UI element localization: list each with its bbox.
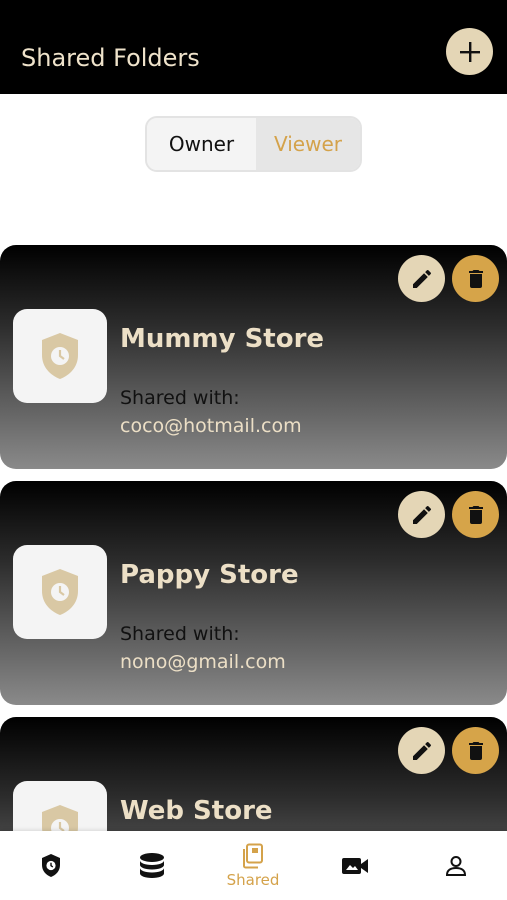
trash-icon [468,505,483,524]
video-camera-icon [342,857,368,874]
folder-thumbnail [13,545,107,639]
edit-button[interactable] [398,727,445,774]
nav-item-storage[interactable] [112,831,192,900]
shared-email: nono@gmail.com [120,651,286,673]
shared-with-label: Shared with: [120,387,240,409]
shared-email: coco@hotmail.com [120,415,302,437]
tab-viewer[interactable]: Viewer [256,118,360,170]
plus-icon [459,41,480,62]
folder-name: Mummy Store [120,324,325,354]
edit-button[interactable] [398,255,445,302]
folder-thumbnail [13,309,107,403]
trash-icon [468,269,483,288]
nav-item-videos[interactable] [315,831,395,900]
nav-item-label: Shared [226,870,280,889]
tab-owner[interactable]: Owner [147,118,256,170]
pencil-icon [412,505,431,524]
shared-folder-icon [243,843,263,868]
nav-item-profile[interactable] [416,831,496,900]
add-folder-button[interactable] [446,28,493,75]
delete-button[interactable] [452,255,499,302]
trash-icon [468,741,483,760]
shared-with-label: Shared with: [120,623,240,645]
folder-card[interactable]: Mummy Store Shared with: coco@hotmail.co… [0,245,507,469]
role-toggle: Owner Viewer [145,116,362,172]
pencil-icon [412,269,431,288]
folder-name: Pappy Store [120,560,299,590]
folder-card[interactable]: Pappy Store Shared with: nono@gmail.com [0,481,507,705]
database-icon [140,852,164,878]
shield-clock-icon [42,853,60,877]
page-title: Shared Folders [21,44,200,72]
app-bar: Shared Folders [0,0,507,94]
delete-button[interactable] [452,491,499,538]
nav-item-shared[interactable]: Shared [213,831,293,900]
pencil-icon [412,741,431,760]
nav-item-security[interactable] [11,831,91,900]
delete-button[interactable] [452,727,499,774]
shield-clock-icon [42,333,78,379]
folder-name: Web Store [120,796,273,826]
edit-button[interactable] [398,491,445,538]
person-icon [445,855,467,876]
shield-clock-icon [42,569,78,615]
bottom-nav: Shared [0,831,507,900]
